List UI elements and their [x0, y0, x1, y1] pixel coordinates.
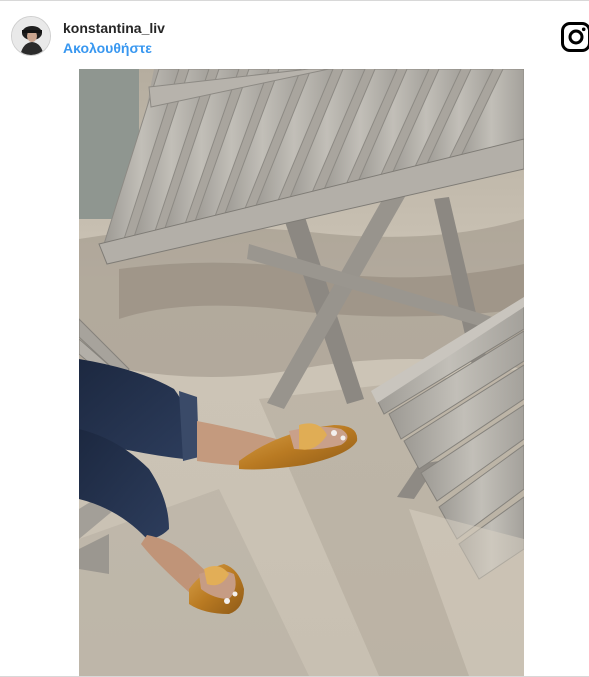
- follow-button[interactable]: Ακολουθήστε: [63, 40, 152, 56]
- instagram-embed: konstantina_liv Ακολουθήστε: [0, 0, 589, 677]
- username-link[interactable]: konstantina_liv: [63, 20, 165, 36]
- avatar-image: [12, 17, 50, 55]
- photo-image: [79, 69, 524, 676]
- avatar[interactable]: [11, 16, 51, 56]
- instagram-icon[interactable]: [561, 22, 589, 52]
- post-photo[interactable]: [79, 69, 524, 676]
- post-header: konstantina_liv Ακολουθήστε: [0, 1, 589, 65]
